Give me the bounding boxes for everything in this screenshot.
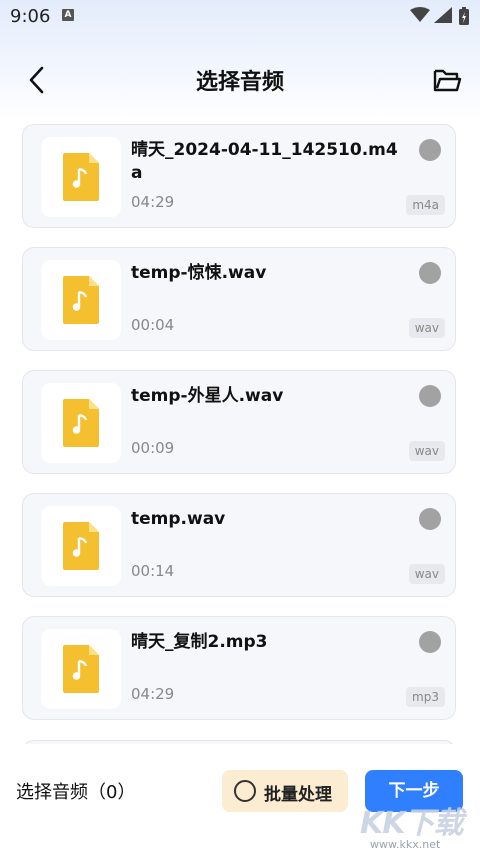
file-extension-badge: m4a	[406, 195, 445, 215]
folder-button[interactable]	[432, 66, 462, 94]
file-duration: 00:04	[131, 316, 175, 334]
status-bar: 9:06 A	[0, 0, 480, 34]
file-duration: 00:14	[131, 562, 175, 580]
music-file-icon	[63, 153, 99, 201]
a-icon: A	[62, 9, 74, 21]
file-extension-badge: wav	[408, 564, 445, 584]
music-file-icon	[63, 276, 99, 324]
list-item[interactable]: temp-外星人.wav 00:09 wav	[22, 370, 456, 474]
folder-open-icon	[433, 69, 462, 92]
select-radio[interactable]	[419, 139, 441, 161]
file-thumbnail	[41, 260, 121, 340]
battery-icon	[459, 7, 469, 25]
watermark-url: www.kkx.net	[370, 838, 441, 851]
file-extension-badge: wav	[408, 318, 445, 338]
select-radio[interactable]	[419, 385, 441, 407]
file-thumbnail	[41, 506, 121, 586]
file-thumbnail	[41, 137, 121, 217]
file-extension-badge: wav	[408, 441, 445, 461]
watermark-logo: KK下载 www.kkx.net	[360, 798, 480, 854]
file-name: temp-外星人.wav	[131, 386, 284, 406]
select-radio[interactable]	[419, 631, 441, 653]
page-title: 选择音频	[195, 70, 284, 95]
file-name: temp.wav	[131, 509, 226, 529]
kk-logo-icon: KK下载	[360, 806, 463, 841]
file-thumbnail	[41, 383, 121, 463]
file-name: temp-惊悚.wav	[131, 263, 267, 283]
selected-count-label: 选择音频（0）	[16, 782, 136, 803]
circle-icon	[234, 780, 256, 802]
file-duration: 04:29	[131, 685, 175, 703]
batch-process-label: 批量处理	[264, 785, 332, 805]
list-item[interactable]: temp-惊悚.wav 00:04 wav	[22, 247, 456, 351]
file-extension-badge: mp3	[406, 687, 445, 707]
select-radio[interactable]	[419, 508, 441, 530]
list-item[interactable]: 晴天_2024-04-11_142510.m4a 04:29 m4a	[22, 124, 456, 228]
select-radio[interactable]	[419, 262, 441, 284]
music-file-icon	[63, 399, 99, 447]
music-file-icon	[63, 645, 99, 693]
file-thumbnail	[41, 629, 121, 709]
list-item[interactable]: temp.wav 00:14 wav	[22, 493, 456, 597]
list-item[interactable]: 晴天_复制2.mp3 04:29 mp3	[22, 616, 456, 720]
file-name: 晴天_2024-04-11_142510.m4a	[131, 140, 398, 183]
audio-file-list[interactable]: 晴天_2024-04-11_142510.m4a 04:29 m4a temp-惊悚.…	[0, 116, 480, 744]
file-name: 晴天_复制2.mp3	[131, 632, 268, 652]
signal-icon	[434, 7, 452, 23]
file-duration: 04:29	[131, 193, 175, 211]
batch-process-button[interactable]: 批量处理	[222, 770, 348, 812]
music-file-icon	[63, 522, 99, 570]
file-duration: 00:09	[131, 439, 175, 457]
wifi-icon	[410, 7, 430, 22]
status-time: 9:06	[10, 6, 51, 27]
